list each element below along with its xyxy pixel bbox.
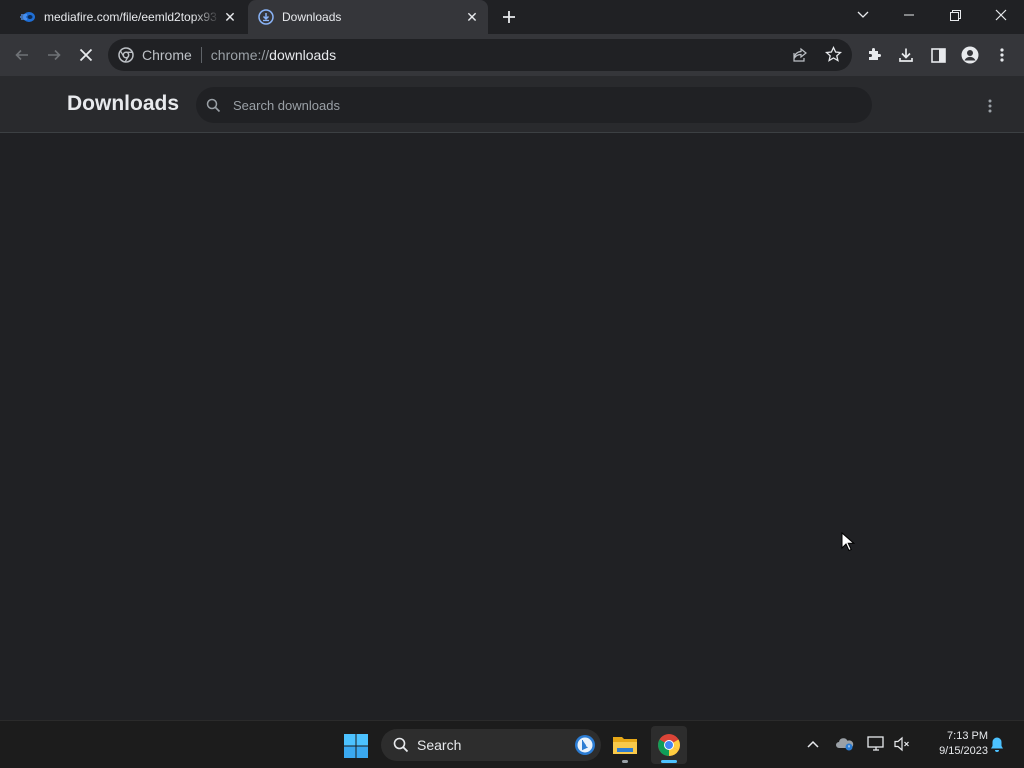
tab-strip: mediafire.com/file/eemld2topx93 ✕ Downlo…: [0, 0, 1024, 34]
profile-button[interactable]: [957, 42, 983, 68]
taskbar-clock[interactable]: 7:13 PM 9/15/2023: [918, 729, 988, 759]
windows-logo-icon: [344, 734, 368, 758]
clock-date: 9/15/2023: [939, 745, 988, 757]
chrome-menu-button[interactable]: [989, 42, 1015, 68]
tab-search-button[interactable]: [840, 0, 886, 30]
forward-button[interactable]: [41, 42, 67, 68]
url-scheme: chrome://: [210, 47, 270, 63]
omnibox-divider: [200, 47, 202, 63]
downloads-page: Downloads: [0, 76, 1024, 720]
search-downloads-box[interactable]: [196, 87, 872, 123]
minimize-button[interactable]: [886, 0, 932, 30]
site-info-chip[interactable]: Chrome: [108, 47, 192, 63]
taskbar-search-label: Search: [417, 737, 462, 753]
side-panel-icon: [930, 47, 946, 63]
downloads-menu-button[interactable]: [978, 94, 1002, 118]
search-input[interactable]: [233, 97, 833, 113]
url-host: downloads: [269, 47, 337, 63]
close-icon: [995, 9, 1007, 21]
avatar-icon: [961, 46, 979, 64]
tab-mediafire[interactable]: mediafire.com/file/eemld2topx93 ✕: [10, 0, 246, 34]
search-icon: [206, 98, 221, 112]
page-title: Downloads: [67, 92, 180, 115]
chrome-taskbar-button[interactable]: [651, 726, 687, 764]
close-window-button[interactable]: [978, 0, 1024, 30]
kebab-menu-icon: [1000, 48, 1004, 62]
mouse-cursor-icon: [841, 532, 855, 552]
chrome-icon: [118, 47, 134, 63]
arrow-left-icon: [15, 49, 28, 61]
downloads-button[interactable]: [893, 42, 919, 68]
search-icon: [393, 737, 409, 753]
chrome-downloads-icon: [258, 9, 274, 25]
kebab-menu-icon: [988, 99, 992, 113]
bell-icon: [991, 737, 1003, 752]
chevron-up-icon: [807, 740, 819, 748]
cloud-icon: [836, 738, 854, 751]
close-icon: [79, 48, 93, 62]
mediafire-icon: [20, 9, 36, 25]
downloads-header: Downloads: [0, 76, 1024, 133]
url-text[interactable]: chrome://downloads: [211, 47, 336, 63]
onedrive-tray-icon[interactable]: [834, 733, 856, 755]
chevron-down-icon: [857, 11, 869, 18]
back-button[interactable]: [9, 42, 35, 68]
show-hidden-icons-button[interactable]: [802, 733, 824, 755]
minimize-icon: [904, 14, 914, 16]
new-tab-button[interactable]: [498, 6, 520, 28]
downloads-list: [0, 133, 1024, 720]
side-panel-button[interactable]: [925, 42, 951, 68]
tab-title: mediafire.com/file/eemld2topx93: [44, 10, 217, 24]
browser-toolbar: Chrome chrome://downloads: [0, 34, 1024, 76]
notifications-button[interactable]: [986, 733, 1008, 755]
folder-icon: [613, 737, 637, 754]
extensions-button[interactable]: [861, 42, 887, 68]
arrow-right-icon: [48, 49, 61, 61]
site-label: Chrome: [142, 47, 192, 63]
active-indicator: [661, 760, 677, 763]
close-tab-icon[interactable]: ✕: [462, 7, 482, 27]
windows-taskbar: Search 7:13 PM 9/15/2023: [0, 720, 1024, 768]
volume-tray-icon[interactable]: [891, 733, 913, 755]
plus-icon: [503, 11, 515, 23]
bing-icon: [575, 735, 595, 755]
bookmark-star-icon[interactable]: [824, 45, 843, 66]
restore-icon: [949, 9, 961, 21]
tab-downloads[interactable]: Downloads ✕: [248, 0, 488, 34]
tab-title: Downloads: [282, 10, 342, 24]
clock-time: 7:13 PM: [947, 730, 988, 742]
taskbar-search[interactable]: Search: [381, 729, 601, 761]
share-icon[interactable]: [792, 47, 808, 66]
chrome-logo-icon: [658, 734, 680, 756]
start-button[interactable]: [343, 733, 369, 759]
file-explorer-taskbar-button[interactable]: [607, 726, 643, 764]
restore-button[interactable]: [932, 0, 978, 30]
network-tray-icon[interactable]: [865, 733, 887, 755]
network-icon: [867, 736, 884, 751]
stop-loading-button[interactable]: [73, 42, 99, 68]
speaker-muted-icon: [894, 736, 909, 752]
running-indicator: [622, 760, 628, 763]
address-bar[interactable]: Chrome chrome://downloads: [108, 39, 852, 71]
close-tab-icon[interactable]: ✕: [220, 7, 240, 27]
download-icon: [899, 48, 913, 62]
puzzle-icon: [869, 48, 881, 60]
